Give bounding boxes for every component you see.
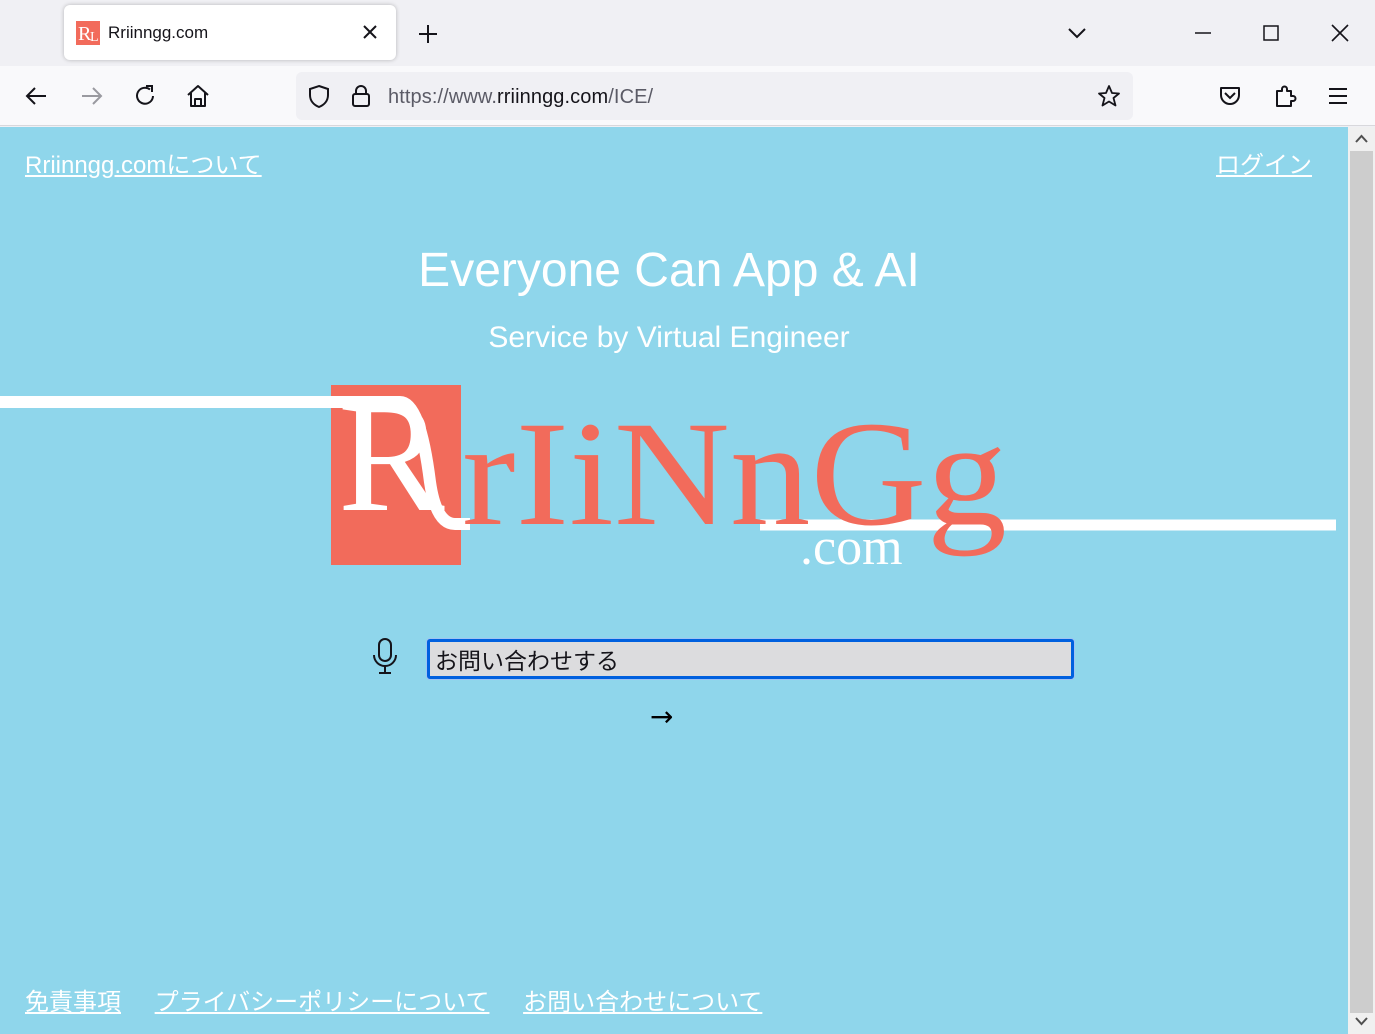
svg-text:L: L <box>90 30 99 45</box>
logo-domain: .com <box>800 519 903 572</box>
footer-link-contact[interactable]: お問い合わせについて <box>523 988 762 1016</box>
footer-links: 免責事項 プライバシーポリシーについて お問い合わせについて <box>25 982 788 1017</box>
inquiry-input[interactable] <box>427 639 1074 679</box>
extensions-puzzle-icon[interactable] <box>1272 83 1298 109</box>
hamburger-menu-icon[interactable] <box>1325 83 1351 109</box>
footer-link-disclaimer[interactable]: 免責事項 <box>25 988 121 1016</box>
scroll-thumb[interactable] <box>1350 151 1373 1013</box>
page-viewport: Rriinngg.comについて ログイン Everyone Can App &… <box>0 127 1348 1034</box>
close-window-icon[interactable] <box>1329 22 1351 44</box>
browser-toolbar: https://www.rriinngg.com/ICE/ <box>0 66 1375 126</box>
minimize-icon[interactable] <box>1192 22 1214 44</box>
tab-title: Rriinngg.com <box>108 23 209 42</box>
footer-link-privacy[interactable]: プライバシーポリシーについて <box>155 988 490 1016</box>
shield-icon[interactable] <box>306 83 332 109</box>
page-headline: Everyone Can App & AI <box>418 244 920 297</box>
home-icon[interactable] <box>185 83 211 109</box>
scroll-down-icon[interactable] <box>1354 1013 1369 1028</box>
site-favicon-icon: R L <box>76 21 100 45</box>
url-host: rriinngg.com <box>497 86 609 108</box>
login-link[interactable]: ログイン <box>1216 145 1312 180</box>
close-tab-icon[interactable] <box>360 22 380 42</box>
pocket-icon[interactable] <box>1217 83 1243 109</box>
address-bar[interactable]: https://www.rriinngg.com/ICE/ <box>296 72 1133 120</box>
page-scrollbar[interactable] <box>1348 127 1375 1034</box>
new-tab-plus-icon[interactable] <box>416 22 440 46</box>
page-subline: Service by Virtual Engineer <box>488 321 850 354</box>
lock-icon[interactable] <box>348 83 374 109</box>
microphone-icon[interactable] <box>370 637 400 677</box>
logo-big-letter: R <box>338 382 445 545</box>
logo-letters: rIiNnGg <box>462 391 1007 557</box>
url-path: /ICE/ <box>608 86 654 108</box>
forward-arrow-icon[interactable] <box>78 83 104 109</box>
rriinngg-logo: R rIiNnGg .com <box>0 382 1336 572</box>
back-arrow-icon[interactable] <box>24 83 50 109</box>
browser-tab[interactable]: R L Rriinngg.com <box>64 5 396 60</box>
chevron-down-icon[interactable] <box>1066 22 1088 44</box>
bookmark-star-icon[interactable] <box>1096 83 1122 109</box>
maximize-icon[interactable] <box>1260 22 1282 44</box>
url-prefix: https://www. <box>388 86 498 108</box>
reload-icon[interactable] <box>132 83 158 109</box>
scroll-up-icon[interactable] <box>1354 132 1369 147</box>
about-link[interactable]: Rriinngg.comについて <box>25 145 262 180</box>
browser-titlebar: R L Rriinngg.com <box>0 0 1375 66</box>
submit-arrow-button[interactable]: → <box>650 700 673 733</box>
url-text[interactable]: https://www.rriinngg.com/ICE/ <box>388 86 653 109</box>
